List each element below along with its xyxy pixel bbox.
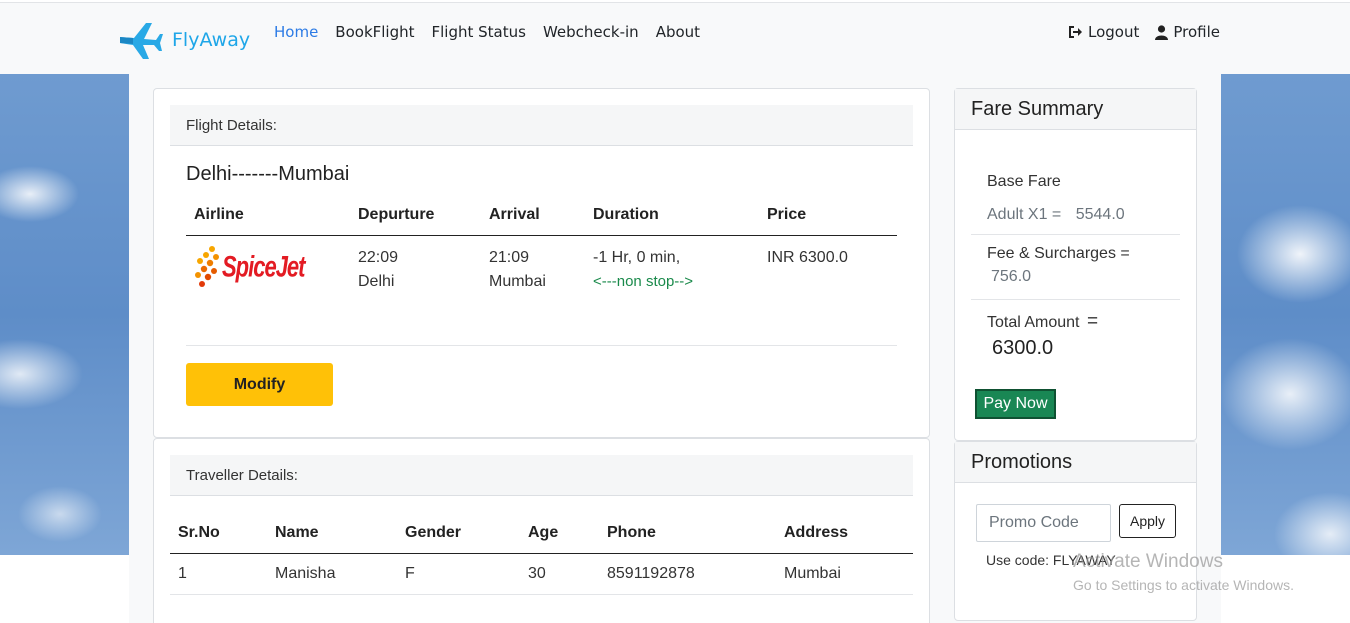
total-amount: Total Amount = bbox=[987, 311, 1180, 333]
flight-details-card: Flight Details: Delhi-------Mumbai Airli… bbox=[153, 88, 930, 438]
profile-label: Profile bbox=[1173, 23, 1220, 41]
cell-phone: 8591192878 bbox=[599, 553, 776, 595]
col-duration: Duration bbox=[585, 195, 759, 236]
main-container: Flight Details: Delhi-------Mumbai Airli… bbox=[129, 74, 1221, 623]
total-value: 6300.0 bbox=[992, 337, 1054, 359]
cell-name: Manisha bbox=[267, 553, 397, 595]
nav-links: Home BookFlight Flight Status Webcheck-i… bbox=[274, 23, 700, 41]
route-title: Delhi-------Mumbai bbox=[186, 163, 350, 185]
nav-about[interactable]: About bbox=[656, 23, 700, 41]
base-fare-section: Base Fare Adult X1 = 5544.0 bbox=[971, 159, 1180, 235]
col-gender: Gender bbox=[397, 513, 520, 554]
traveller-table: Sr.No Name Gender Age Phone Address 1 Ma… bbox=[170, 513, 913, 595]
nav-bookflight[interactable]: BookFlight bbox=[335, 23, 414, 41]
sign-out-icon bbox=[1069, 26, 1082, 38]
cell-gender: F bbox=[397, 553, 520, 595]
col-phone: Phone bbox=[599, 513, 776, 554]
total-eq: = bbox=[1086, 311, 1099, 332]
modify-button[interactable]: Modify bbox=[186, 363, 333, 406]
navbar: FlyAway Home BookFlight Flight Status We… bbox=[0, 2, 1350, 74]
flight-details-header: Flight Details: bbox=[170, 105, 913, 146]
fee-label: Fee & Surcharges = bbox=[987, 245, 1130, 262]
user-icon bbox=[1155, 24, 1169, 40]
cell-address: Mumbai bbox=[776, 553, 913, 595]
brand-name: FlyAway bbox=[172, 29, 251, 51]
traveller-details-header: Traveller Details: bbox=[170, 455, 913, 496]
col-age: Age bbox=[520, 513, 599, 554]
price-cell: INR 6300.0 bbox=[759, 235, 897, 346]
table-row: 1 Manisha F 30 8591192878 Mumbai bbox=[170, 553, 913, 595]
departure-cell: 22:09 Delhi bbox=[350, 235, 481, 346]
cell-age: 30 bbox=[520, 553, 599, 595]
adult-value: 5544.0 bbox=[1075, 206, 1125, 223]
col-price: Price bbox=[759, 195, 897, 236]
pay-now-button[interactable]: Pay Now bbox=[975, 389, 1056, 419]
stops-text: <---non stop--> bbox=[593, 272, 694, 290]
spicejet-logo-text: SpiceJet bbox=[222, 248, 305, 283]
departure-city: Delhi bbox=[358, 272, 395, 290]
promotions-card: Promotions Apply Use code: FLYAWAY bbox=[954, 441, 1197, 621]
total-label: Total Amount bbox=[987, 314, 1080, 331]
total-section: Total Amount = 6300.0 bbox=[971, 300, 1180, 370]
watermark-line1: Activate Windows bbox=[1073, 551, 1223, 572]
duration-text: -1 Hr, 0 min, bbox=[593, 248, 681, 266]
airline-cell: SpiceJet bbox=[186, 235, 350, 346]
arrival-time: 21:09 bbox=[489, 248, 530, 266]
profile-link[interactable]: Profile bbox=[1155, 23, 1220, 41]
adult-fare: Adult X1 = 5544.0 bbox=[987, 206, 1180, 224]
promotions-title: Promotions bbox=[955, 442, 1196, 483]
promo-code-input[interactable] bbox=[976, 504, 1111, 542]
logout-link[interactable]: Logout bbox=[1068, 23, 1139, 41]
spicejet-dots-icon bbox=[195, 245, 219, 287]
duration-cell: -1 Hr, 0 min, <---non stop--> bbox=[585, 235, 759, 346]
arrival-city: Mumbai bbox=[489, 272, 546, 290]
col-airline: Airline bbox=[186, 195, 350, 236]
windows-watermark: Activate Windows Go to Settings to activ… bbox=[1073, 551, 1294, 593]
col-name: Name bbox=[267, 513, 397, 554]
adult-label: Adult X1 = bbox=[987, 206, 1062, 223]
spicejet-logo: SpiceJet bbox=[194, 244, 350, 290]
airplane-icon bbox=[120, 23, 163, 59]
traveller-details-card: Traveller Details: Sr.No Name Gender Age… bbox=[153, 438, 930, 623]
flight-row: SpiceJet 22:09 Delhi 21:09 Mumbai -1 Hr,… bbox=[186, 235, 897, 346]
col-departure: Depurture bbox=[350, 195, 481, 236]
brand[interactable]: FlyAway bbox=[116, 17, 250, 61]
fare-summary-card: Fare Summary Base Fare Adult X1 = 5544.0… bbox=[954, 88, 1197, 441]
nav-right: Logout Profile bbox=[1068, 23, 1220, 41]
fee-section: Fee & Surcharges = 756.0 bbox=[971, 235, 1180, 300]
nav-flight-status[interactable]: Flight Status bbox=[432, 23, 526, 41]
col-srno: Sr.No bbox=[170, 513, 267, 554]
nav-home[interactable]: Home bbox=[274, 23, 318, 41]
base-fare-label: Base Fare bbox=[987, 173, 1061, 190]
fee-value: 756.0 bbox=[991, 268, 1032, 285]
cell-srno: 1 bbox=[170, 553, 267, 595]
watermark-line2: Go to Settings to activate Windows. bbox=[1073, 577, 1294, 593]
logout-label: Logout bbox=[1088, 23, 1140, 41]
fare-summary-title: Fare Summary bbox=[955, 89, 1196, 130]
departure-time: 22:09 bbox=[358, 248, 399, 266]
arrival-cell: 21:09 Mumbai bbox=[481, 235, 585, 346]
col-address: Address bbox=[776, 513, 913, 554]
flight-table: Airline Depurture Arrival Duration Price bbox=[186, 195, 897, 346]
apply-button[interactable]: Apply bbox=[1119, 504, 1176, 538]
nav-webcheck-in[interactable]: Webcheck-in bbox=[543, 23, 639, 41]
col-arrival: Arrival bbox=[481, 195, 585, 236]
